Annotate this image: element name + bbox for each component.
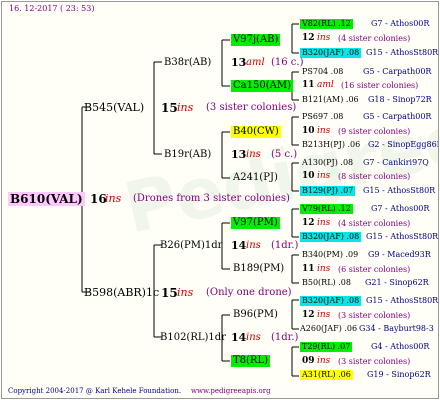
gen5-ref: G7 - Athos00R — [371, 19, 430, 28]
gen3-d-note: (1dr.) — [271, 332, 299, 343]
pedigree-frame: Pedigree 16. 12-2017 (23: 53) B610(VAL)… — [1, 1, 439, 399]
gen3-c-note: (1dr.) — [271, 240, 299, 251]
gen4-a1-label: V97j(AB) — [231, 34, 281, 46]
gen5-ref: G7 - Athos00R — [371, 204, 430, 213]
gen5-note: (4 sister colonies) — [338, 219, 411, 228]
gen3-a-year: 13 — [231, 56, 247, 69]
gen3-b-note: (5 c.) — [271, 149, 298, 160]
gen3-b-ins: ins — [246, 149, 261, 160]
footer-copyright: Copyright 2004-2017 @ Karl Kehele Founda… — [8, 387, 182, 395]
gen5-ref: G7 - Cankiri97Q — [363, 158, 429, 167]
gen5-label: B213H(PJ) .06 — [302, 140, 361, 149]
gen4-d2-label: T8(RL) — [231, 355, 271, 367]
gen2-top-ins: ins — [177, 101, 194, 114]
gen5-year: 12 — [302, 218, 315, 228]
gen5-note: (16 sister colonies) — [341, 81, 419, 90]
gen3-a-ins: aml — [246, 57, 265, 68]
gen5-label: V82(RL) .12 — [300, 19, 353, 29]
gen5-year: 11 — [302, 264, 315, 274]
gen5-ref: G21 - Sinop62R — [365, 278, 429, 287]
gen4-b1-label: B40(CW) — [231, 126, 281, 138]
gen3-a-label: B38r(AB) — [164, 57, 212, 68]
gen5-ins: ins — [317, 356, 331, 366]
gen5-ref: G9 - Maced93R — [368, 250, 431, 259]
gen5-year: 09 — [302, 356, 315, 366]
gen5-ref: G19 - Sinop62R — [367, 370, 431, 379]
gen3-d-label: B102(RL)1dr — [160, 332, 226, 343]
root-queen-label: B610(VAL) — [8, 192, 85, 206]
gen5-ref: G5 - Carpath00R — [363, 112, 432, 121]
gen5-note: (4 sister colonies) — [338, 34, 411, 43]
gen3-c-label: B26(PM)1dr — [160, 240, 223, 251]
gen5-label: A130(PJ) .08 — [302, 158, 354, 167]
gen2-bottom-note: (Only one drone) — [206, 287, 292, 298]
gen5-label: B340(PM) .09 — [302, 250, 359, 259]
gen5-label: V79(RL) .12 — [300, 204, 353, 214]
gen5-ref: G5 - Carpath00R — [363, 67, 432, 76]
gen5-ref: G34 - Bayburt98-3 — [359, 324, 434, 333]
gen2-top-label: B545(VAL) — [84, 101, 145, 114]
gen5-label: T29(RL) .07 — [300, 342, 353, 352]
gen5-note: (9 sister colonies) — [338, 127, 411, 136]
gen5-ref: G2 - SinopEgg86R — [368, 140, 439, 149]
gen3-a-note: (16 c.) — [271, 57, 304, 68]
header-date: 16. 12-2017 ( 23: 53) — [9, 4, 95, 13]
gen5-note: (8 sister colonies) — [338, 172, 411, 181]
gen5-year: 10 — [302, 126, 315, 136]
root-ins: ins — [105, 192, 122, 205]
gen5-year: 10 — [302, 171, 315, 181]
gen4-d1-label: B96(PM) — [233, 309, 278, 320]
gen3-c-year: 14 — [231, 239, 247, 252]
gen4-b2-label: A241(PJ) — [233, 172, 278, 183]
gen5-ref: G15 - AthosSt80R — [366, 232, 439, 241]
gen5-ins: ins — [317, 126, 331, 136]
gen5-ref: G4 - Athos00R — [371, 342, 430, 351]
gen5-ins: aml — [317, 80, 334, 90]
gen5-label: B320(JAF) .08 — [300, 232, 362, 242]
gen5-ref: G15 - AthosSt80R — [363, 186, 436, 195]
gen5-label: PS704 .08 — [302, 67, 344, 76]
gen5-ins: ins — [317, 310, 331, 320]
gen5-ins: ins — [317, 218, 331, 228]
gen4-c1-label: V97(PM) — [231, 217, 280, 229]
gen5-ins: ins — [317, 33, 331, 43]
gen5-ref: G15 - AthosSt80R — [366, 296, 439, 305]
gen5-label: B121(AM) .06 — [302, 95, 359, 104]
gen5-year: 11 — [302, 80, 315, 90]
gen5-label: PS697 .08 — [302, 112, 344, 121]
gen2-bottom-label: B598(ABR)1c — [84, 286, 160, 299]
gen5-year: 12 — [302, 310, 315, 320]
gen5-label: B50(RL) .08 — [302, 278, 351, 287]
gen5-ins: ins — [317, 171, 331, 181]
gen2-bottom-ins: ins — [177, 286, 194, 299]
gen3-d-ins: ins — [246, 332, 261, 343]
gen5-label: B129(PJ) .07 — [300, 186, 356, 196]
gen2-top-note: (3 sister colonies) — [206, 102, 297, 113]
gen5-year: 12 — [302, 33, 315, 43]
gen5-label: A31(RL) .06 — [300, 370, 353, 380]
gen4-c2-label: B189(PM) — [233, 263, 285, 274]
footer-site-link[interactable]: www.pedigreeapis.org — [191, 388, 271, 395]
gen3-d-year: 14 — [231, 331, 247, 344]
gen5-label: B320(JAF) .08 — [300, 48, 362, 58]
gen5-ref: G15 - AthosSt80R — [366, 48, 439, 57]
gen2-bottom-year: 15 — [161, 286, 178, 300]
gen3-c-ins: ins — [246, 240, 261, 251]
gen5-note: (6 sister colonies) — [338, 265, 411, 274]
gen5-ref: G18 - Sinop72R — [368, 95, 432, 104]
gen3-b-year: 13 — [231, 148, 247, 161]
gen5-label: A260(JAF) .06 — [300, 324, 358, 333]
gen5-ins: ins — [317, 264, 331, 274]
gen3-b-label: B19r(AB) — [164, 149, 212, 160]
root-note: (Drones from 3 sister colonies) — [133, 193, 290, 204]
gen5-label: B320(JAF) .08 — [300, 296, 362, 306]
gen2-top-year: 15 — [161, 101, 178, 115]
gen5-note: (3 sister colonies) — [338, 311, 411, 320]
gen5-note: (3 sister colonies) — [338, 357, 411, 366]
gen4-a2-label: Ca150(AM) — [231, 80, 293, 92]
